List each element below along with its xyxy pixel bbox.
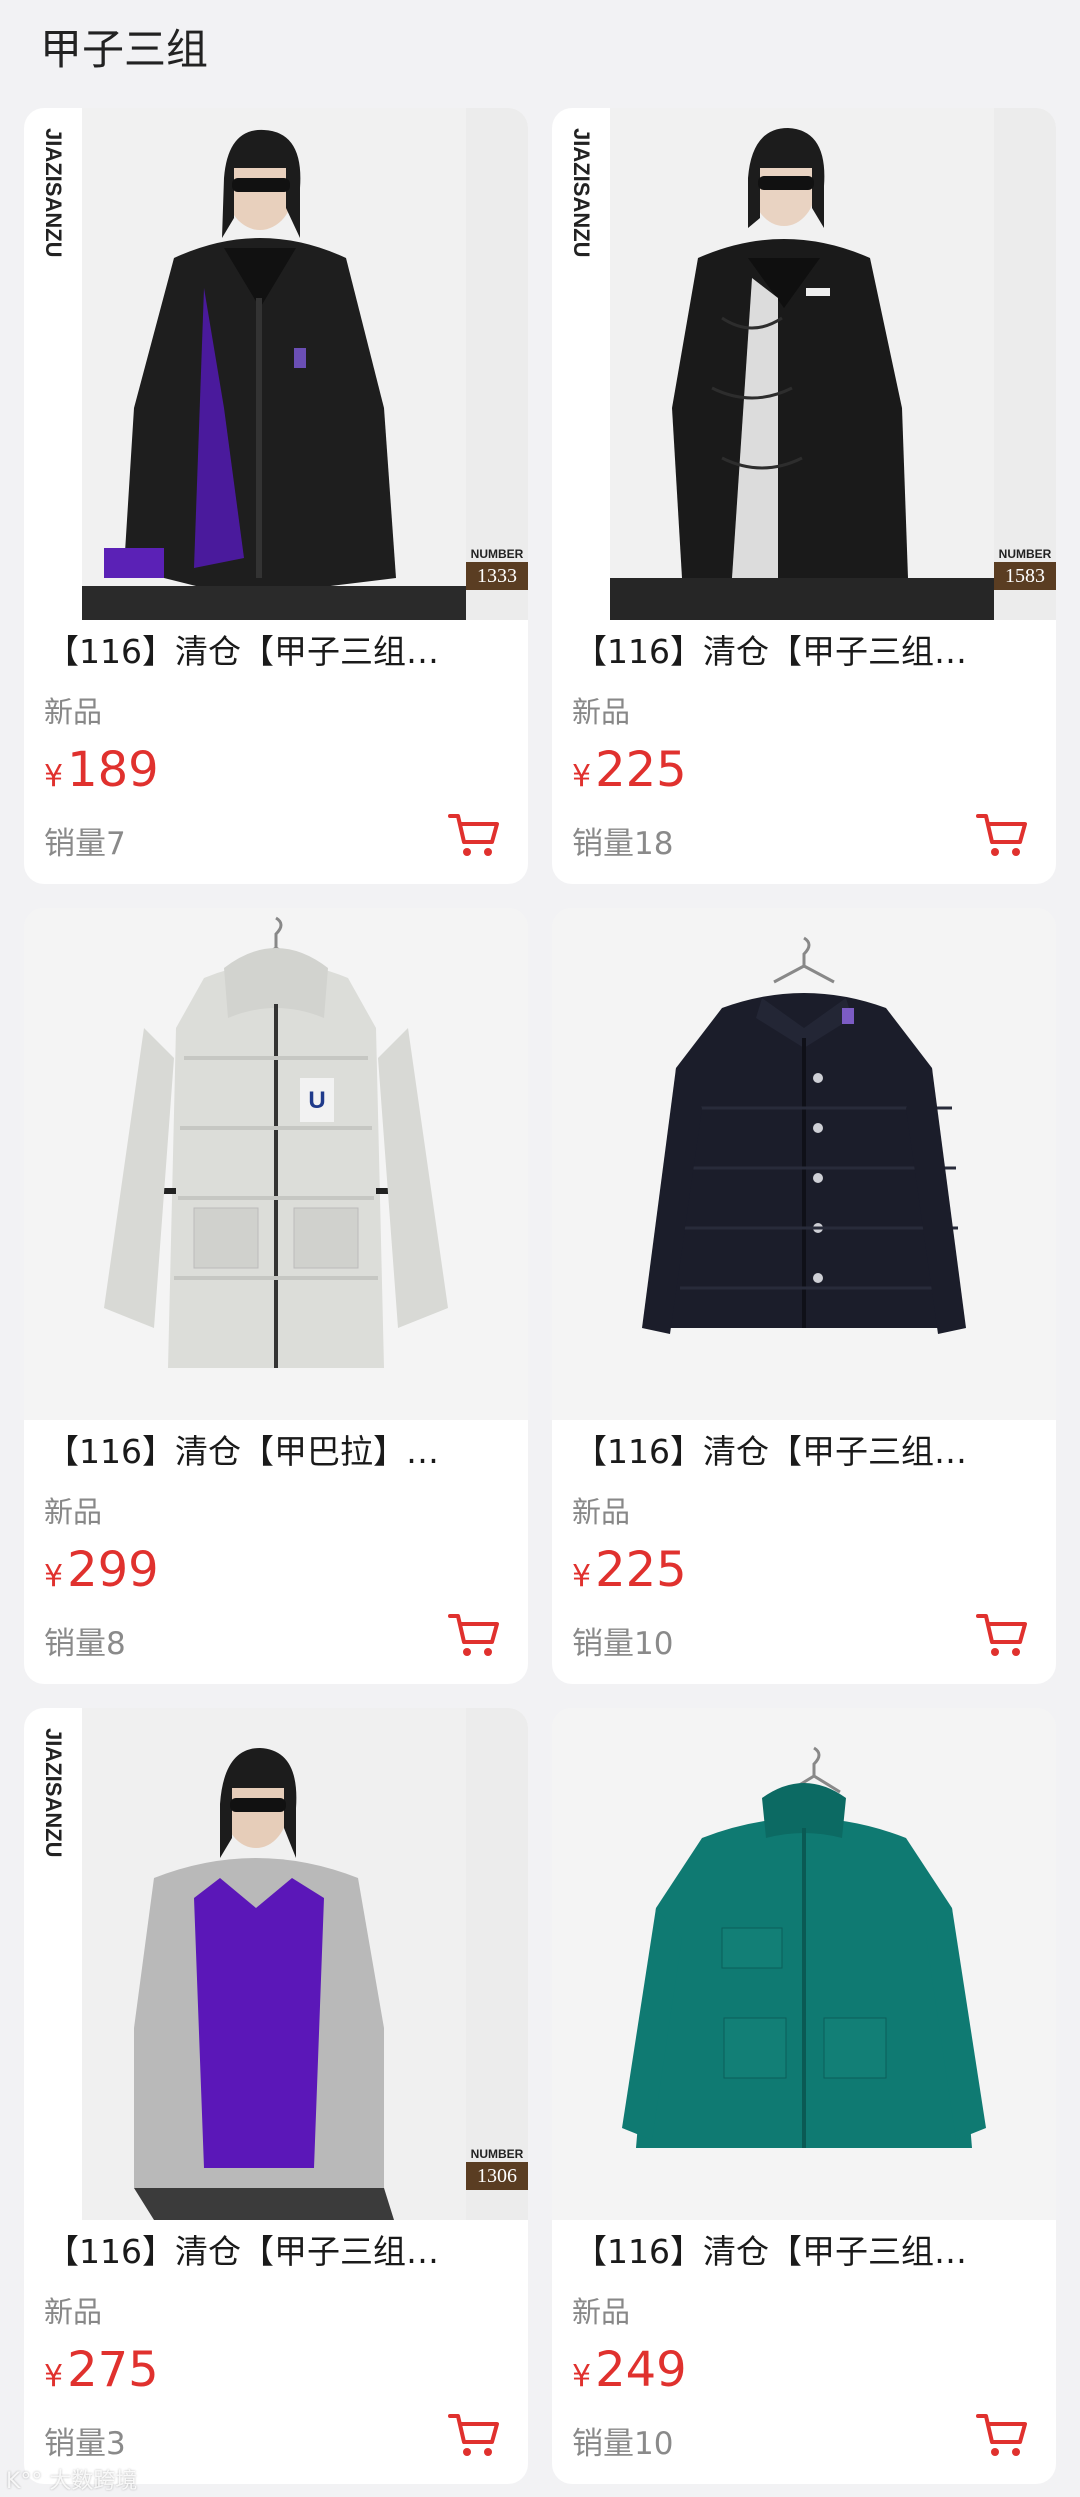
cart-icon[interactable] bbox=[976, 1612, 1028, 1660]
product-sales: 销量18 bbox=[572, 826, 674, 862]
product-card[interactable]: JIAZISANZU NUMBER 1583 【116】清仓【甲子三组… 新品 … bbox=[552, 108, 1056, 884]
product-card[interactable]: U 【116】清仓【甲巴拉】… 新品 ¥299 销量8 bbox=[24, 908, 528, 1684]
product-price: ¥299 bbox=[44, 1540, 159, 1611]
price-value: 225 bbox=[595, 1542, 687, 1598]
product-tag: 新品 bbox=[572, 2295, 631, 2329]
cart-icon[interactable] bbox=[976, 812, 1028, 860]
currency-symbol: ¥ bbox=[572, 1559, 592, 1594]
currency-symbol: ¥ bbox=[44, 1559, 64, 1594]
currency-symbol: ¥ bbox=[44, 2359, 64, 2394]
product-price: ¥225 bbox=[572, 1540, 687, 1611]
number-label: NUMBER bbox=[470, 2147, 524, 2161]
product-card[interactable]: JIAZISANZU NUMBER 1306 【116】清仓【甲子三组… 新品 … bbox=[24, 1708, 528, 2484]
price-value: 299 bbox=[67, 1542, 159, 1598]
price-value: 249 bbox=[595, 2342, 687, 2398]
number-badge: NUMBER 1333 bbox=[466, 546, 528, 590]
price-value: 275 bbox=[67, 2342, 159, 2398]
product-image[interactable]: U bbox=[24, 908, 528, 1420]
price-value: 189 bbox=[67, 742, 159, 798]
product-image[interactable]: JIAZISANZU NUMBER 1306 bbox=[24, 1708, 528, 2220]
product-title[interactable]: 【116】清仓【甲巴拉】… bbox=[46, 1428, 506, 1476]
product-card[interactable]: 【116】清仓【甲子三组… 新品 ¥225 销量10 bbox=[552, 908, 1056, 1684]
product-card[interactable]: JIAZISANZU NUMBER 1333 【116】清仓【甲子三组… 新品 … bbox=[24, 108, 528, 884]
number-badge: NUMBER 1306 bbox=[466, 2146, 528, 2190]
product-sales: 销量7 bbox=[44, 826, 126, 862]
cart-icon[interactable] bbox=[448, 812, 500, 860]
cart-icon[interactable] bbox=[448, 2412, 500, 2460]
brand-logo: JIAZISANZU bbox=[41, 128, 66, 258]
brand-logo: JIAZISANZU bbox=[41, 1728, 66, 1858]
product-tag: 新品 bbox=[572, 695, 631, 729]
product-title[interactable]: 【116】清仓【甲子三组… bbox=[574, 2228, 1034, 2276]
number-badge: NUMBER 1583 bbox=[994, 546, 1056, 590]
product-title[interactable]: 【116】清仓【甲子三组… bbox=[574, 628, 1034, 676]
product-price: ¥275 bbox=[44, 2340, 159, 2411]
page: 甲子三组 JIAZISANZU NUMBER 1333 【116】清仓【甲子三组… bbox=[0, 0, 1080, 2497]
number-value: 1333 bbox=[466, 562, 528, 590]
price-value: 225 bbox=[595, 742, 687, 798]
number-value: 1583 bbox=[994, 562, 1056, 590]
product-image[interactable]: JIAZISANZU NUMBER 1333 bbox=[24, 108, 528, 620]
product-price: ¥225 bbox=[572, 740, 687, 811]
product-tag: 新品 bbox=[44, 2295, 103, 2329]
cart-icon[interactable] bbox=[448, 1612, 500, 1660]
svg-text:U: U bbox=[308, 1087, 325, 1114]
currency-symbol: ¥ bbox=[572, 2359, 592, 2394]
currency-symbol: ¥ bbox=[44, 759, 64, 794]
product-tag: 新品 bbox=[572, 1495, 631, 1529]
product-grid: JIAZISANZU NUMBER 1333 【116】清仓【甲子三组… 新品 … bbox=[24, 108, 1056, 2484]
product-title[interactable]: 【116】清仓【甲子三组… bbox=[46, 2228, 506, 2276]
watermark: K°° 大数跨境 bbox=[6, 2469, 138, 2494]
cart-icon[interactable] bbox=[976, 2412, 1028, 2460]
product-price: ¥189 bbox=[44, 740, 159, 811]
product-sales: 销量10 bbox=[572, 2426, 674, 2462]
number-value: 1306 bbox=[466, 2162, 528, 2190]
product-sales: 销量8 bbox=[44, 1626, 126, 1662]
number-label: NUMBER bbox=[470, 547, 524, 561]
product-card[interactable]: 【116】清仓【甲子三组… 新品 ¥249 销量10 bbox=[552, 1708, 1056, 2484]
product-sales: 销量3 bbox=[44, 2426, 126, 2462]
product-image[interactable] bbox=[552, 908, 1056, 1420]
product-tag: 新品 bbox=[44, 695, 103, 729]
product-tag: 新品 bbox=[44, 1495, 103, 1529]
product-title[interactable]: 【116】清仓【甲子三组… bbox=[574, 1428, 1034, 1476]
product-price: ¥249 bbox=[572, 2340, 687, 2411]
brand-logo: JIAZISANZU bbox=[569, 128, 594, 258]
product-image[interactable]: JIAZISANZU NUMBER 1583 bbox=[552, 108, 1056, 620]
number-label: NUMBER bbox=[998, 547, 1052, 561]
product-sales: 销量10 bbox=[572, 1626, 674, 1662]
currency-symbol: ¥ bbox=[572, 759, 592, 794]
product-title[interactable]: 【116】清仓【甲子三组… bbox=[46, 628, 506, 676]
page-title: 甲子三组 bbox=[40, 25, 209, 74]
product-image[interactable] bbox=[552, 1708, 1056, 2220]
